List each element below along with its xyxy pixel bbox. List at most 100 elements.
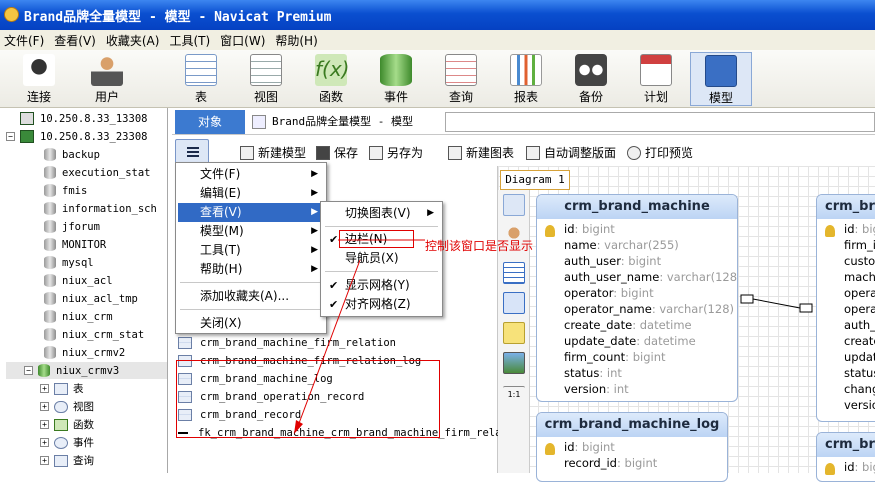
model-tab-icon [252,115,266,129]
address-field[interactable] [445,112,875,132]
menu-file[interactable]: 文件(F) [4,32,44,49]
tree-database[interactable]: niux_crmv2 [44,344,125,361]
new-diagram-icon [448,145,462,160]
menu-item-edit[interactable]: 编辑(E) ▶ [178,184,324,203]
entity-field: auth_user: bigint [564,254,662,268]
query-button[interactable]: 查询 [430,52,492,106]
relation-line[interactable] [738,290,818,320]
table-button[interactable]: 表 [170,52,232,106]
tree-database[interactable]: jforum [44,218,100,235]
new-diagram-button[interactable]: 新建图表 [448,144,514,161]
entity-crm-brand-machine-log[interactable]: crm_brand_machine_log id: bigint record_… [536,412,728,482]
auto-layout-button[interactable]: 自动调整版面 [526,144,616,161]
tree-database[interactable]: execution_stat [44,164,151,181]
main-menu-button[interactable] [175,139,209,164]
event-button[interactable]: 事件 [365,52,427,106]
tree-node-views[interactable]: + 视图 [40,398,94,415]
menu-help[interactable]: 帮助(H) [275,32,317,49]
database-icon [44,274,56,287]
entity-crm-brand-related[interactable]: crm_br id: bigint firm_i custor machi op… [816,194,875,422]
calendar-icon [640,54,672,86]
tree-database-selected[interactable]: − niux_crmv3 [6,362,167,379]
expand-icon[interactable]: + [40,456,49,465]
database-icon [44,328,56,341]
add-table-tool-icon[interactable] [503,262,525,284]
entity-crm-brand-related-2[interactable]: crm_br id: bigint [816,432,875,482]
database-icon [44,292,56,305]
entity-field: machi [844,270,875,284]
menu-view[interactable]: 查看(V) [54,32,96,49]
tree-database[interactable]: niux_acl [44,272,113,289]
server-icon [20,130,34,143]
tab-model[interactable]: Brand品牌全量模型 - 模型 [248,110,413,134]
entity-crm-brand-machine[interactable]: crm_brand_machine id: bigint name: varch… [536,194,738,402]
menu-window[interactable]: 窗口(W) [220,32,265,49]
tree-server[interactable]: −10.250.8.33_23308 [6,128,147,145]
model-button[interactable]: 模型 [690,52,752,106]
user-icon [91,54,123,86]
image-tool-icon[interactable] [503,352,525,374]
add-view-tool-icon[interactable] [503,292,525,314]
tree-node-functions[interactable]: + 函数 [40,416,94,433]
view-button[interactable]: 视图 [235,52,297,106]
entity-field: id: bigint [564,222,615,236]
note-tool-icon[interactable] [503,322,525,344]
expand-icon[interactable]: + [40,420,49,429]
entity-field: firm_i [844,238,875,252]
tree-node-events[interactable]: + 事件 [40,434,94,451]
tree-server[interactable]: 10.250.8.33_13308 [6,110,147,127]
tree-database[interactable]: MONITOR [44,236,106,253]
print-preview-button[interactable]: 打印预览 [627,144,693,161]
glasses-icon [54,400,68,413]
diagram-canvas[interactable]: Diagram 1 1:1 crm_brand_machine id: bigi… [498,166,875,482]
tab-objects[interactable]: 对象 [175,110,245,134]
connect-button[interactable]: 连接 [8,52,70,106]
collapse-icon[interactable]: − [24,366,33,375]
glasses-icon [250,54,282,86]
backup-button[interactable]: 备份 [560,52,622,106]
tree-database[interactable]: niux_crm_stat [44,326,144,343]
tree-database[interactable]: niux_crm [44,308,113,325]
entity-field: name: varchar(255) [564,238,679,252]
entity-field: firm_count: bigint [564,350,666,364]
tree-database[interactable]: fmis [44,182,87,199]
menu-favorites[interactable]: 收藏夹(A) [106,32,160,49]
relation-tool-icon[interactable]: 1:1 [503,386,525,402]
schedule-button[interactable]: 计划 [625,52,687,106]
title-bar: Brand品牌全量模型 - 模型 - Navicat Premium [0,0,875,30]
entity-field: create [844,334,875,348]
save-as-icon [369,145,383,160]
save-button[interactable]: 保存 [316,144,358,161]
navicat-app-icon [4,7,19,22]
function-button[interactable]: f(x) 函数 [300,52,362,106]
tree-database[interactable]: backup [44,146,100,163]
user-button[interactable]: 用户 [76,52,138,106]
table-icon [54,382,68,395]
menu-tools[interactable]: 工具(T) [169,32,210,49]
database-open-icon [38,364,50,377]
pointer-tool-icon[interactable] [503,194,525,216]
new-model-button[interactable]: 新建模型 [240,144,306,161]
plug-icon [23,54,55,86]
submenu-switch-diagram[interactable]: 切换图表(V) ▶ [323,204,440,223]
menu-icon [187,147,199,149]
magnifier-icon [627,145,641,160]
menu-item-view[interactable]: 查看(V) ▶ [178,203,324,222]
collapse-icon[interactable]: − [6,132,15,141]
expand-icon[interactable]: + [40,438,49,447]
diagram-tab[interactable]: Diagram 1 [500,170,570,190]
tree-node-queries[interactable]: + 查询 [40,452,94,469]
expand-icon[interactable]: + [40,384,49,393]
menu-item-file[interactable]: 文件(F) ▶ [178,165,324,184]
database-icon [44,310,56,323]
tree-database[interactable]: niux_acl_tmp [44,290,138,307]
save-as-button[interactable]: 另存为 [369,144,423,161]
expand-icon[interactable]: + [40,402,49,411]
function-icon: f(x) [315,54,349,86]
tree-database[interactable]: information_sch [44,200,157,217]
tree-database[interactable]: mysql [44,254,94,271]
tree-node-tables[interactable]: + 表 [40,380,84,397]
entity-field: version: int [564,382,629,396]
report-button[interactable]: 报表 [495,52,557,106]
entity-field: operator: bigint [564,286,654,300]
